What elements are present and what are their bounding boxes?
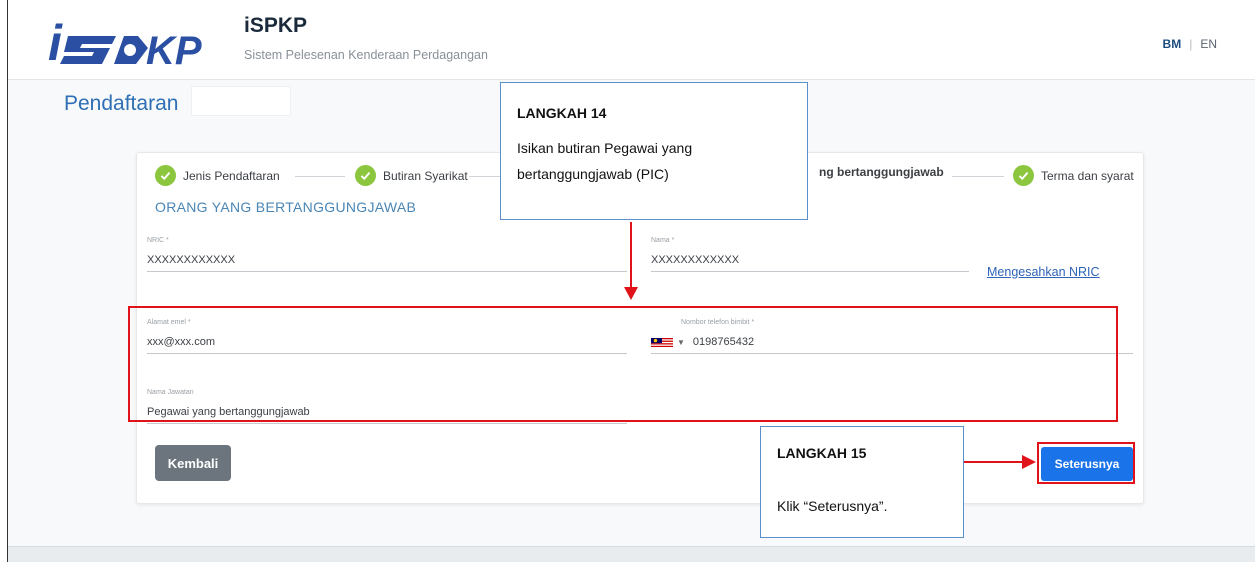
step-label: Terma dan syarat bbox=[1041, 168, 1134, 183]
callout-step14: LANGKAH 14 Isikan butiran Pegawai yang b… bbox=[500, 82, 808, 220]
step-label: Jenis Pendaftaran bbox=[183, 168, 280, 183]
ispkp-logo: i KP bbox=[46, 14, 236, 74]
step-butiran-syarikat[interactable]: Butiran Syarikat bbox=[355, 165, 468, 186]
title-overlay-box bbox=[191, 86, 291, 116]
check-icon bbox=[1013, 165, 1034, 186]
step-jenis-pendaftaran[interactable]: Jenis Pendaftaran bbox=[155, 165, 280, 186]
form-highlight-box bbox=[128, 306, 1118, 422]
nric-value: XXXXXXXXXXXX bbox=[147, 254, 236, 266]
field-underline bbox=[651, 271, 969, 272]
callout-step15: LANGKAH 15 Klik “Seterusnya”. bbox=[760, 426, 964, 538]
arrow-line bbox=[630, 222, 632, 288]
language-switcher: BM | EN bbox=[1163, 37, 1217, 51]
step-terma-syarat[interactable]: Terma dan syarat bbox=[1013, 165, 1134, 186]
section-title: ORANG YANG BERTANGGUNGJAWAB bbox=[155, 199, 417, 215]
back-button[interactable]: Kembali bbox=[155, 445, 231, 481]
nama-label: Nama * bbox=[651, 237, 675, 244]
nric-label: NRIC * bbox=[147, 237, 169, 244]
app-title: iSPKP bbox=[244, 14, 308, 37]
arrow-down-icon bbox=[624, 287, 638, 300]
nama-value: XXXXXXXXXXXX bbox=[651, 254, 740, 266]
callout-body: Klik “Seterusnya”. bbox=[777, 498, 888, 514]
nama-field[interactable]: Nama * XXXXXXXXXXXX bbox=[651, 237, 969, 272]
next-highlight-box bbox=[1037, 442, 1135, 484]
app-subtitle: Sistem Pelesenan Kenderaan Perdagangan bbox=[244, 48, 488, 62]
arrow-right-icon bbox=[1022, 455, 1036, 469]
lang-bm-link[interactable]: BM bbox=[1163, 37, 1182, 51]
callout-heading: LANGKAH 15 bbox=[777, 445, 867, 461]
lang-en-link[interactable]: EN bbox=[1200, 37, 1217, 51]
check-icon bbox=[155, 165, 176, 186]
svg-text:KP: KP bbox=[146, 29, 202, 73]
app-frame: i KP iSPKP Sistem Pelesenan Kenderaan Pe… bbox=[7, 0, 1255, 562]
step-orang-bertanggungjawab[interactable]: ng bertanggungjawab bbox=[819, 165, 944, 179]
field-underline bbox=[147, 423, 627, 424]
lang-separator: | bbox=[1189, 37, 1193, 51]
callout-body: Isikan butiran Pegawai yang bertanggungj… bbox=[517, 140, 693, 182]
check-icon bbox=[355, 165, 376, 186]
bottom-bar bbox=[8, 546, 1255, 562]
step-connector bbox=[952, 176, 1004, 177]
step-connector bbox=[295, 176, 345, 177]
step-label: ng bertanggungjawab bbox=[819, 165, 944, 179]
page-title: Pendaftaran bbox=[64, 92, 179, 115]
callout-heading: LANGKAH 14 bbox=[517, 105, 607, 121]
header: i KP iSPKP Sistem Pelesenan Kenderaan Pe… bbox=[8, 0, 1255, 80]
step-label: Butiran Syarikat bbox=[383, 168, 468, 183]
field-underline bbox=[147, 271, 627, 272]
arrow-line bbox=[964, 461, 1024, 463]
verify-nric-link[interactable]: Mengesahkan NRIC bbox=[987, 265, 1100, 279]
nric-field[interactable]: NRIC * XXXXXXXXXXXX bbox=[147, 237, 627, 272]
